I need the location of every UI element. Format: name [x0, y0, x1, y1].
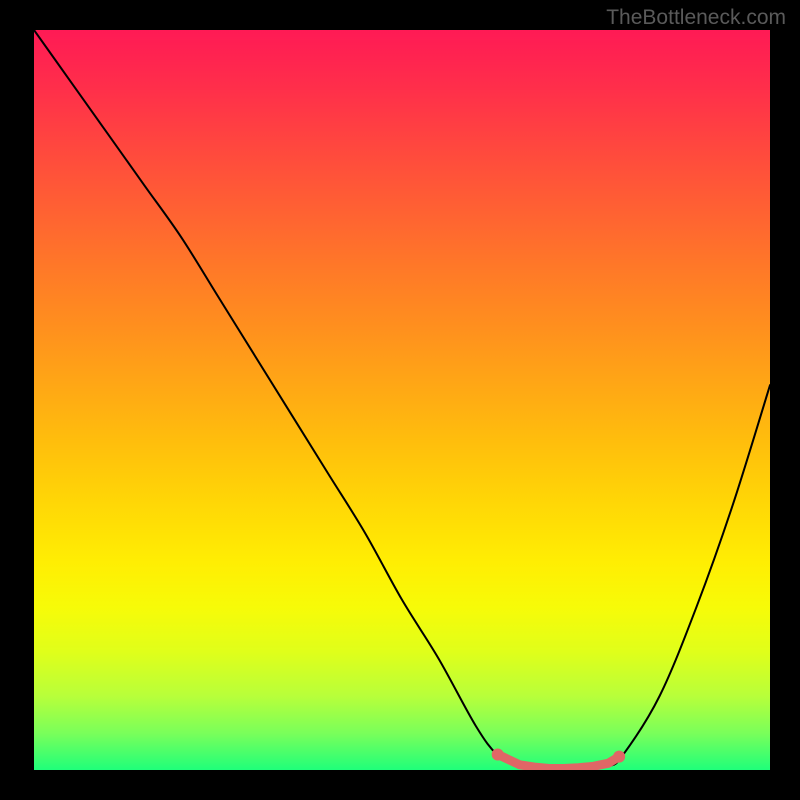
bottleneck-curve-line: [34, 30, 770, 770]
highlight-segment: [492, 748, 625, 768]
highlight-segment-endpoint: [613, 751, 625, 763]
highlight-segment-line: [498, 754, 619, 768]
chart-plot-area: [34, 30, 770, 770]
highlight-segment-endpoint: [492, 748, 504, 760]
watermark-text: TheBottleneck.com: [606, 6, 786, 30]
chart-svg: [34, 30, 770, 770]
